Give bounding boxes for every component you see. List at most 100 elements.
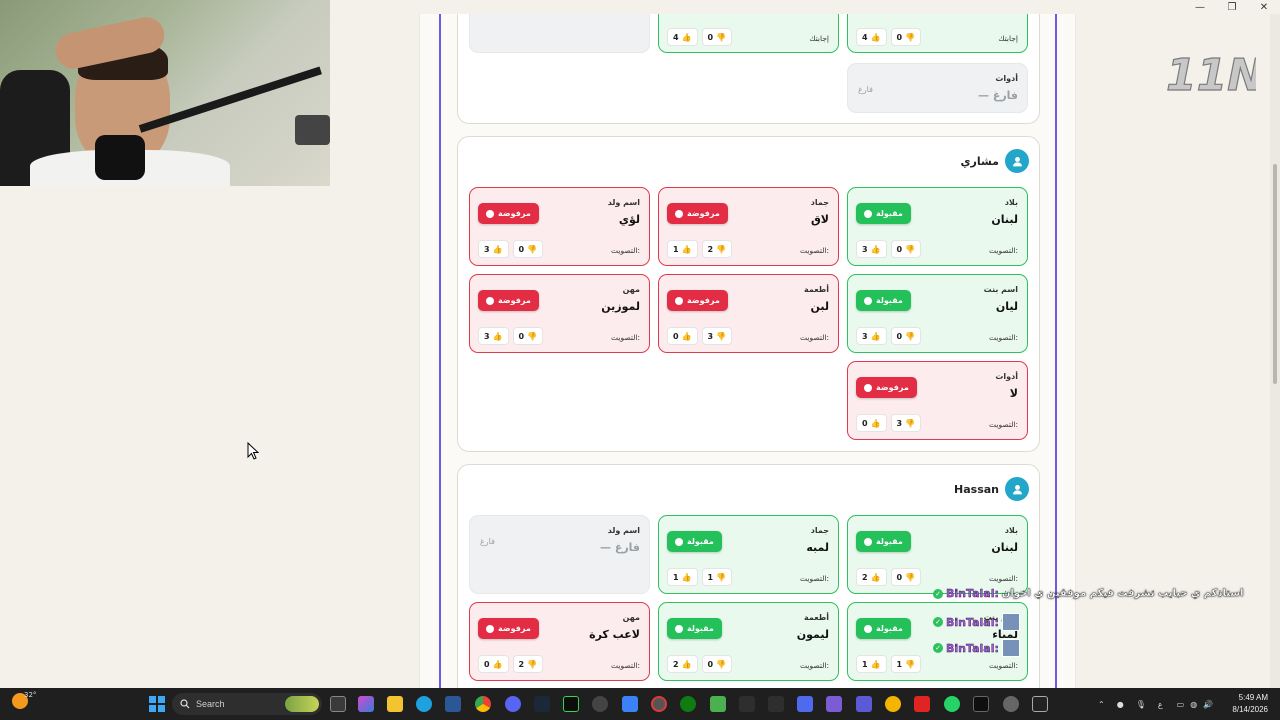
terminal-icon[interactable] — [563, 696, 579, 712]
downvote-button[interactable]: 0 👎 — [890, 327, 922, 345]
upvote-button[interactable]: 3 👍 — [478, 240, 509, 258]
status-badge[interactable]: مقبولة — [856, 290, 911, 311]
upvote-button[interactable]: 0 👍 — [856, 414, 887, 432]
epic-games-icon[interactable] — [1032, 696, 1048, 712]
downvote-button[interactable]: 1 👎 — [701, 568, 733, 586]
downvote-button[interactable]: 1 👎 — [890, 655, 922, 673]
file-explorer-icon[interactable] — [387, 696, 403, 712]
downvote-button[interactable]: 0 👎 — [512, 327, 544, 345]
taskbar-search[interactable]: Search — [172, 693, 322, 715]
downvote-button[interactable]: 0 👎 — [890, 28, 922, 46]
downvote-button[interactable]: 0 👎 — [701, 655, 733, 673]
status-badge[interactable]: مقبولة — [856, 203, 911, 224]
vote-counts: 1 👍 1 👎 — [667, 568, 733, 586]
scrollbar-thumb[interactable] — [1273, 164, 1277, 384]
task-view-icon[interactable] — [330, 696, 346, 712]
vote-label: التصويت: — [800, 661, 829, 670]
answer-card: إجابتك 4 👍 0 👎 — [847, 14, 1028, 53]
thumbs-down-icon: 👎 — [716, 32, 727, 42]
chrome-icon[interactable] — [475, 696, 491, 712]
player-header: Hassan — [954, 477, 1029, 501]
xbox-icon[interactable] — [680, 696, 696, 712]
system-clock[interactable]: 5:49 AM 8/14/2026 — [1232, 692, 1268, 716]
status-badge[interactable]: مقبولة — [856, 618, 911, 639]
discord-icon[interactable] — [505, 696, 521, 712]
downvote-button[interactable]: 3 👎 — [890, 414, 922, 432]
downvote-button[interactable]: 0 👎 — [512, 240, 544, 258]
downvote-button[interactable]: 3 👎 — [701, 327, 733, 345]
app-icon[interactable] — [739, 696, 755, 712]
app-icon[interactable] — [856, 696, 872, 712]
weather-widget[interactable]: 32° — [12, 691, 36, 709]
status-badge[interactable]: مرفوضة — [667, 203, 728, 224]
status-badge[interactable]: مرفوضة — [667, 290, 728, 311]
answer-card: مهن لموزين مرفوضة التصويت: 3 👍 0 👎 — [469, 274, 650, 353]
downvote-button[interactable]: 0 👎 — [701, 28, 733, 46]
microphone-tray-icon[interactable]: 🎙 — [1136, 700, 1146, 709]
thumbs-up-icon: 👍 — [681, 572, 692, 582]
vote-counts: 4 👍 0 👎 — [667, 28, 733, 46]
upvote-button[interactable]: 1 👍 — [856, 655, 887, 673]
upvote-button[interactable]: 3 👍 — [856, 240, 887, 258]
upvote-button[interactable]: 3 👍 — [478, 327, 509, 345]
thumbs-down-icon: 👎 — [905, 331, 916, 341]
app-icon[interactable] — [973, 696, 989, 712]
upvote-button[interactable]: 0 👍 — [667, 327, 698, 345]
answer-text: ليان — [995, 300, 1018, 313]
downvote-count: 0 — [518, 244, 525, 254]
upvote-button[interactable]: 1 👍 — [667, 568, 698, 586]
page-scrollbar[interactable] — [1270, 14, 1280, 688]
downvote-button[interactable]: 0 👎 — [890, 240, 922, 258]
minecraft-icon[interactable] — [710, 696, 726, 712]
downvote-button[interactable]: 2 👎 — [512, 655, 544, 673]
chat-username: BinTalal: — [946, 641, 999, 655]
status-badge[interactable]: مقبولة — [856, 531, 911, 552]
app-icon[interactable] — [622, 696, 638, 712]
downvote-button[interactable]: 2 👎 — [701, 240, 733, 258]
status-badge[interactable]: مرفوضة — [478, 618, 539, 639]
thumbs-down-icon: 👎 — [716, 244, 727, 254]
display-icon[interactable]: ▭ — [1177, 700, 1185, 709]
upvote-button[interactable]: 2 👍 — [856, 568, 887, 586]
volume-icon[interactable]: 🔊 — [1203, 700, 1213, 709]
upvote-button[interactable]: 0 👍 — [478, 655, 509, 673]
app-icon[interactable] — [914, 696, 930, 712]
thumbs-down-icon: 👎 — [905, 418, 916, 428]
language-indicator[interactable]: ع — [1158, 700, 1163, 709]
settings-app-icon[interactable] — [592, 696, 608, 712]
tray-app-icon[interactable]: ● — [1117, 700, 1124, 709]
status-badge[interactable]: مرفوضة — [478, 203, 539, 224]
app-icon[interactable] — [885, 696, 901, 712]
status-badge[interactable]: مرفوضة — [478, 290, 539, 311]
copilot-icon[interactable] — [358, 696, 374, 712]
maximize-button[interactable]: ❐ — [1216, 0, 1248, 14]
upvote-button[interactable]: 4 👍 — [667, 28, 698, 46]
tray-chevron-icon[interactable]: ⌃ — [1098, 700, 1105, 709]
check-icon — [864, 624, 872, 633]
obs-icon[interactable] — [651, 696, 667, 712]
twitch-icon[interactable] — [826, 696, 842, 712]
upvote-button[interactable]: 3 👍 — [856, 327, 887, 345]
app-icon[interactable] — [445, 696, 461, 712]
network-icon[interactable]: ◍ — [1190, 700, 1197, 709]
steam-icon[interactable] — [534, 696, 550, 712]
whatsapp-icon[interactable] — [944, 696, 960, 712]
upvote-button[interactable]: 4 👍 — [856, 28, 887, 46]
downvote-button[interactable]: 0 👎 — [890, 568, 922, 586]
status-badge[interactable]: مقبولة — [667, 531, 722, 552]
status-badge[interactable]: مرفوضة — [856, 377, 917, 398]
edge-browser-icon[interactable] — [416, 696, 432, 712]
settings-gear-icon[interactable] — [1003, 696, 1019, 712]
empty-tag: فارغ — [858, 85, 873, 94]
upvote-button[interactable]: 1 👍 — [667, 240, 698, 258]
vote-counts: 0 👍 3 👎 — [856, 414, 922, 432]
minimize-button[interactable]: — — [1184, 0, 1216, 14]
upvote-button[interactable]: 2 👍 — [667, 655, 698, 673]
verified-check-icon: ✓ — [933, 588, 943, 599]
app-icon[interactable] — [768, 696, 784, 712]
close-button[interactable]: ✕ — [1248, 0, 1280, 14]
status-badge[interactable]: مقبولة — [667, 618, 722, 639]
app-icon[interactable] — [797, 696, 813, 712]
windows-start-icon[interactable] — [149, 696, 165, 712]
vote-counts: 3 👍 0 👎 — [856, 240, 922, 258]
